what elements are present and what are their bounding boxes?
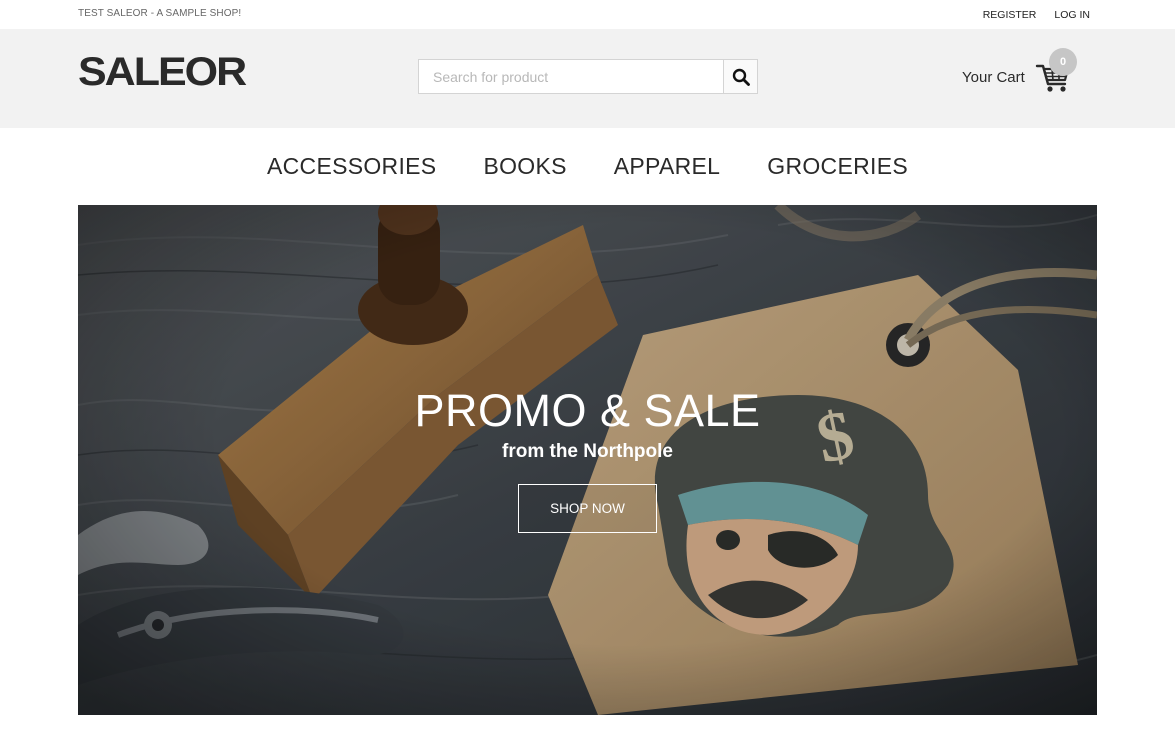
cart-count-badge: 0 xyxy=(1049,48,1077,76)
login-link[interactable]: LOG IN xyxy=(1054,9,1090,21)
shop-tagline: TEST SALEOR - A SAMPLE SHOP! xyxy=(78,8,242,19)
account-links: REGISTER LOG IN xyxy=(983,9,1090,21)
nav-item-accessories[interactable]: ACCESSORIES xyxy=(267,153,436,180)
search-button[interactable] xyxy=(723,60,757,93)
saleor-logo[interactable]: SALEOR xyxy=(78,53,247,93)
search-input[interactable] xyxy=(419,60,723,93)
hero-title: PROMO & SALE xyxy=(414,385,761,436)
top-utility-bar: TEST SALEOR - A SAMPLE SHOP! REGISTER LO… xyxy=(0,0,1175,29)
shop-now-button[interactable]: SHOP NOW xyxy=(518,484,657,533)
category-nav: ACCESSORIES BOOKS APPAREL GROCERIES xyxy=(0,128,1175,205)
nav-item-groceries[interactable]: GROCERIES xyxy=(767,153,908,180)
register-link[interactable]: REGISTER xyxy=(983,9,1037,21)
nav-item-apparel[interactable]: APPAREL xyxy=(614,153,721,180)
hero-subtitle: from the Northpole xyxy=(502,441,673,462)
search-icon xyxy=(732,68,750,86)
hero-banner[interactable]: $ PROMO & SALE from the Northpole SHOP N… xyxy=(78,205,1097,715)
cart-label: Your Cart xyxy=(962,68,1025,86)
nav-item-books[interactable]: BOOKS xyxy=(483,153,566,180)
site-header: SALEOR Your Cart xyxy=(0,29,1175,128)
search-bar xyxy=(418,59,758,94)
